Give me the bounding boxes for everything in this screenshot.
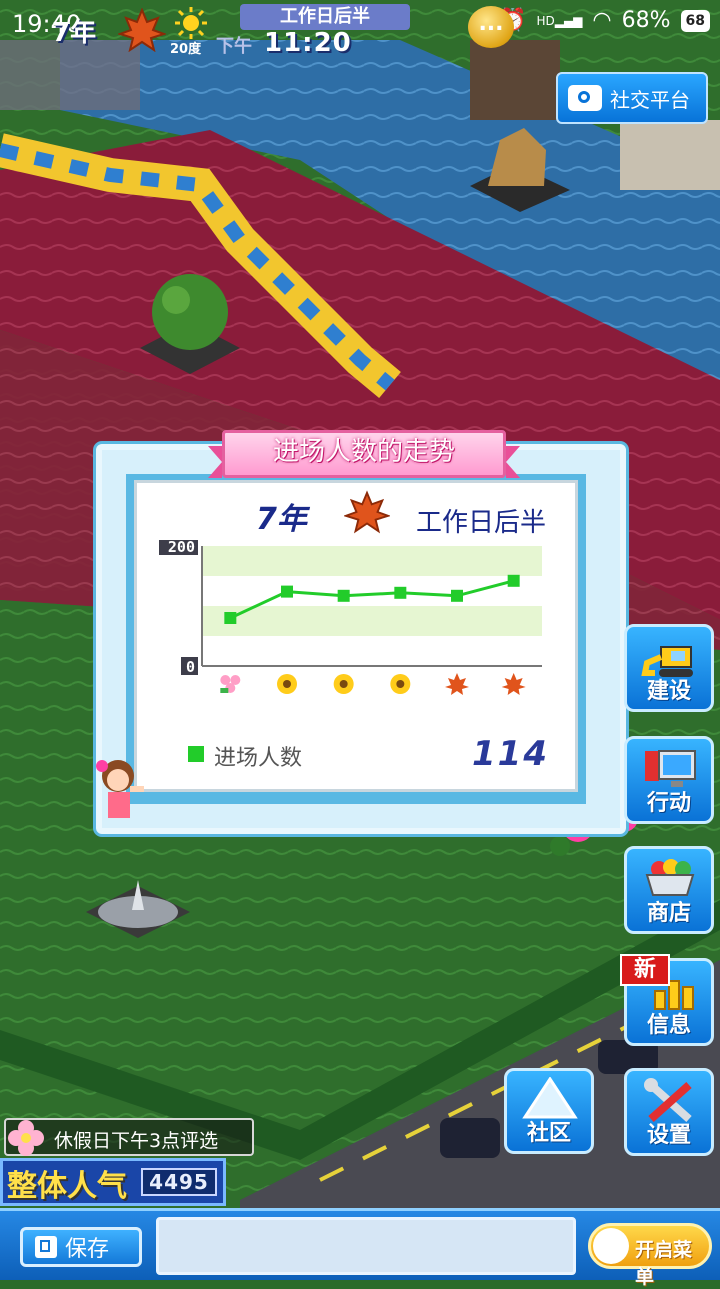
data-point bbox=[507, 574, 520, 587]
maple-leaf-icon bbox=[344, 490, 390, 534]
data-point bbox=[337, 589, 350, 602]
data-point bbox=[224, 612, 237, 624]
shop-label: 商店 bbox=[646, 901, 691, 926]
y-tick-label: 200 bbox=[168, 540, 195, 556]
wifi-icon: ◠ bbox=[592, 8, 612, 33]
game-hud[interactable]: 7年 20度 工作日后半 下午 11:20 bbox=[40, 4, 410, 58]
hd-label: HD bbox=[536, 13, 555, 28]
data-point bbox=[394, 586, 407, 599]
hud-ampm: 下午 bbox=[216, 36, 252, 57]
build-button[interactable]: 建设 bbox=[624, 624, 714, 712]
toggle-knob bbox=[593, 1228, 629, 1264]
open-menu-toggle[interactable]: 开启菜单 bbox=[588, 1223, 712, 1288]
popularity-value: 4495 bbox=[141, 1168, 217, 1196]
visitor-trend-dialog[interactable]: 进场人数的走势 7年 工作日后半 200 0 进场人数 114 bbox=[96, 430, 626, 834]
visitor-total: 114 bbox=[472, 734, 549, 774]
evaluation-text: 休假日下午3点评选 bbox=[54, 1130, 219, 1152]
community-label: 社区 bbox=[526, 1121, 571, 1146]
dialog-title: 进场人数的走势 bbox=[272, 437, 455, 467]
camera-icon bbox=[568, 85, 602, 111]
hud-period: 工作日后半 bbox=[240, 4, 410, 30]
tree-icon bbox=[152, 274, 228, 350]
sunflower-icon bbox=[390, 674, 411, 694]
info-label: 信息 bbox=[646, 1013, 691, 1038]
save-button[interactable]: 保存 bbox=[20, 1227, 142, 1267]
maple-leaf-icon bbox=[118, 8, 166, 52]
car bbox=[440, 1118, 500, 1158]
dialog-year: 7年 bbox=[256, 502, 307, 537]
sunflower-icon bbox=[277, 674, 297, 694]
battery-icon: 68 bbox=[680, 9, 710, 32]
flower-icon bbox=[220, 675, 241, 693]
social-platform-button[interactable]: 社交平台 bbox=[556, 72, 708, 124]
popularity-label: 整体人气 bbox=[7, 1169, 127, 1204]
shop-button[interactable]: 商店 bbox=[624, 846, 714, 934]
trend-chart: 2000 bbox=[159, 540, 542, 695]
dialog-period: 工作日后半 bbox=[416, 508, 547, 538]
build-label: 建设 bbox=[646, 679, 691, 704]
data-point bbox=[451, 589, 463, 602]
sun-icon bbox=[175, 7, 207, 39]
bottom-bar: 保存 开启菜单 bbox=[0, 1208, 720, 1288]
open-menu-label: 开启菜单 bbox=[635, 1239, 693, 1288]
chart-band bbox=[202, 606, 542, 636]
save-icon bbox=[35, 1236, 57, 1258]
data-point bbox=[281, 585, 293, 598]
legend-swatch bbox=[188, 746, 204, 762]
save-label: 保存 bbox=[65, 1237, 110, 1262]
signal-icon: HD▂▄▆ bbox=[536, 13, 583, 28]
legend-label: 进场人数 bbox=[214, 746, 303, 771]
guide-girl-avatar bbox=[96, 760, 144, 818]
cherry-blossom-icon bbox=[8, 1120, 44, 1156]
action-button[interactable]: 行动 bbox=[624, 736, 714, 824]
community-button[interactable]: 社区 bbox=[504, 1068, 594, 1154]
action-label: 行动 bbox=[646, 791, 691, 816]
dialog-ribbon: 进场人数的走势 bbox=[208, 430, 520, 486]
hud-year: 7年 bbox=[52, 18, 97, 48]
maple-leaf-icon bbox=[445, 673, 469, 695]
coin-icon[interactable]: ... bbox=[468, 6, 514, 48]
settings-button[interactable]: 设置 bbox=[624, 1068, 714, 1156]
hud-temperature: 20度 bbox=[170, 42, 202, 57]
settings-label: 设置 bbox=[646, 1123, 691, 1148]
system-icons: ⏰ HD▂▄▆ ◠ 68% 68 bbox=[499, 8, 710, 33]
maple-leaf-icon bbox=[501, 673, 526, 695]
sunflower-icon bbox=[333, 674, 354, 694]
new-badge: 新 bbox=[620, 954, 670, 986]
message-field bbox=[156, 1217, 576, 1275]
chart-band bbox=[202, 546, 542, 576]
evaluation-tag[interactable]: 休假日下午3点评选 bbox=[4, 1118, 254, 1156]
social-label: 社交平台 bbox=[610, 87, 690, 112]
battery-percent: 68% bbox=[621, 8, 671, 33]
hud-clock: 11:20 bbox=[264, 28, 352, 58]
y-tick-label: 0 bbox=[186, 658, 195, 676]
popularity-panel: 整体人气 4495 bbox=[0, 1158, 226, 1206]
